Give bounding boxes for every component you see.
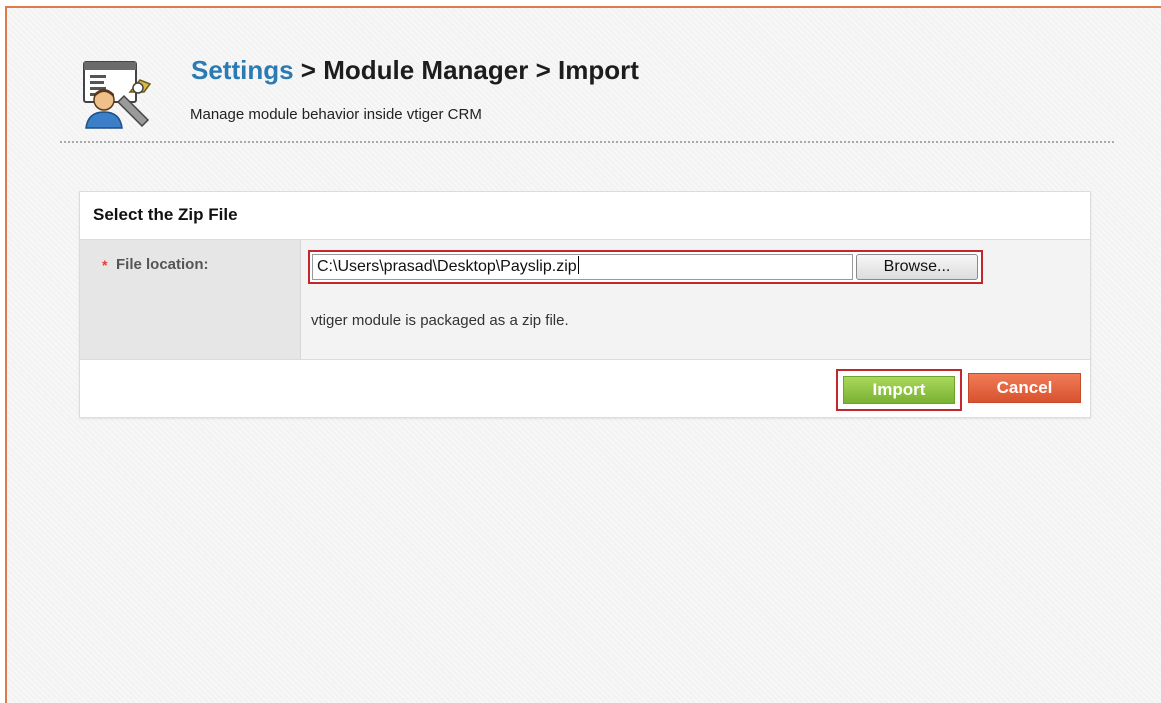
text-caret <box>577 256 579 274</box>
file-location-value-cell: C:\Users\prasad\Desktop\Payslip.zip Brow… <box>301 240 1090 359</box>
breadcrumb-separator: > <box>528 55 558 85</box>
file-location-label: File location: <box>116 256 209 273</box>
browse-button[interactable]: Browse... <box>856 254 978 280</box>
module-settings-icon <box>83 61 152 129</box>
panel-footer: Import Cancel <box>80 359 1090 417</box>
import-panel: Select the Zip File * File location: C:\… <box>79 191 1091 418</box>
file-hint-text: vtiger module is packaged as a zip file. <box>311 312 569 329</box>
panel-header: Select the Zip File <box>80 192 1090 240</box>
file-location-value: C:\Users\prasad\Desktop\Payslip.zip <box>317 258 577 275</box>
breadcrumb-import: Import <box>558 55 639 85</box>
import-button[interactable]: Import <box>843 376 955 404</box>
breadcrumb-separator: > <box>293 55 324 85</box>
panel-heading: Select the Zip File <box>93 205 238 224</box>
file-picker-highlight: C:\Users\prasad\Desktop\Payslip.zip Brow… <box>308 250 983 284</box>
import-button-highlight: Import <box>836 369 962 411</box>
cancel-button[interactable]: Cancel <box>968 373 1081 403</box>
file-location-label-cell: * File location: <box>80 240 301 359</box>
breadcrumb-settings-link[interactable]: Settings <box>191 55 294 85</box>
file-location-input[interactable]: C:\Users\prasad\Desktop\Payslip.zip <box>312 254 853 280</box>
required-marker: * <box>102 257 108 273</box>
page-title: Settings > Module Manager > Import <box>191 55 639 86</box>
header-divider <box>60 141 1114 143</box>
breadcrumb-module-manager: Module Manager <box>323 55 529 85</box>
page-subtitle: Manage module behavior inside vtiger CRM <box>190 106 482 123</box>
